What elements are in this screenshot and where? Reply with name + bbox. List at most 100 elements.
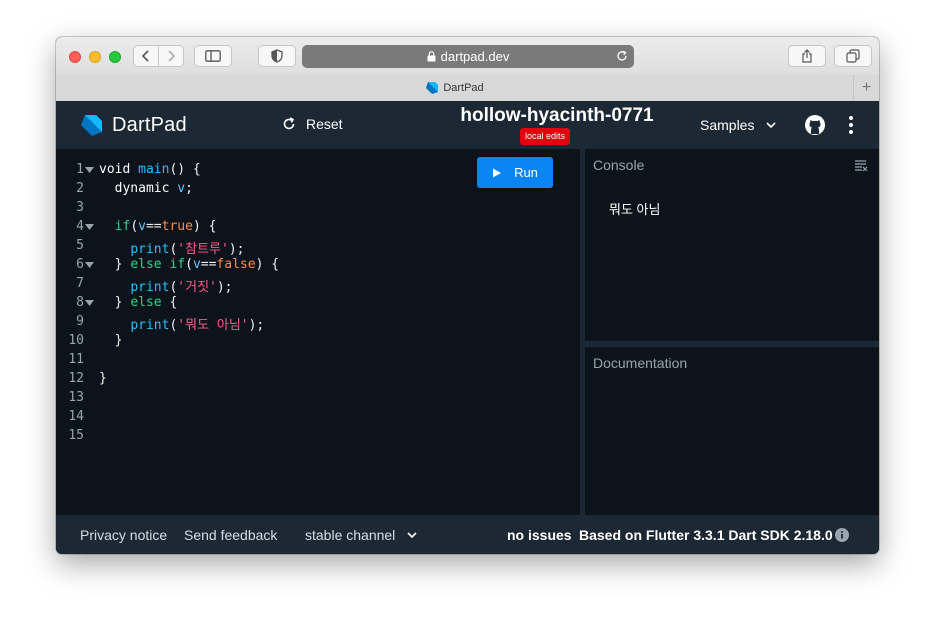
code-token: ==: [145, 219, 162, 234]
tab-bar: DartPad +: [56, 75, 879, 102]
back-button[interactable]: [133, 45, 159, 67]
tabs-icon: [846, 49, 860, 63]
tab-overview-button[interactable]: [834, 45, 872, 67]
tab-dartpad[interactable]: DartPad: [56, 75, 853, 101]
sidebar-icon: [205, 50, 221, 62]
code-token: else if: [130, 257, 186, 272]
chevron-down-icon: [407, 531, 417, 538]
line-number: 12: [68, 371, 84, 386]
clear-console-icon[interactable]: [855, 160, 868, 171]
privacy-shield-button[interactable]: [258, 45, 296, 67]
code-token: print: [130, 242, 170, 257]
privacy-notice-link[interactable]: Privacy notice: [80, 527, 167, 543]
code-token: (: [130, 219, 139, 234]
code-token: '참트루': [177, 242, 229, 257]
reset-icon: [283, 117, 295, 130]
code-token: '거짓': [177, 280, 217, 295]
pad-title[interactable]: hollow-hyacinth-0771: [446, 105, 668, 127]
samples-dropdown[interactable]: Samples: [700, 117, 777, 133]
line-number: 6: [76, 257, 84, 272]
dartpad-header: DartPad Reset hollow-hyacinth-0771 local…: [56, 101, 879, 149]
chevron-right-icon: [168, 50, 176, 62]
reload-icon[interactable]: [616, 50, 628, 62]
url-text: dartpad.dev: [440, 49, 510, 64]
code-token: print: [130, 280, 170, 295]
code-token: }: [99, 371, 107, 386]
fold-triangle-icon[interactable]: [85, 224, 94, 230]
code-line: } else {: [99, 295, 178, 310]
code-token: ==: [200, 257, 217, 272]
github-button[interactable]: [805, 115, 825, 140]
code-token: print: [130, 318, 170, 333]
fold-triangle-icon[interactable]: [85, 300, 94, 306]
line-number: 15: [68, 428, 84, 443]
run-label: Run: [514, 165, 538, 180]
share-icon: [802, 49, 812, 63]
code-token: v: [138, 219, 146, 234]
code-token: (: [185, 257, 193, 272]
code-line: print('뭐도 아님');: [99, 314, 264, 333]
more-menu-button[interactable]: [848, 115, 854, 140]
fold-triangle-icon[interactable]: [85, 167, 94, 173]
line-number: 8: [76, 295, 84, 310]
dartpad-logo[interactable]: DartPad: [80, 113, 187, 137]
lock-icon: [427, 51, 436, 62]
documentation-title: Documentation: [593, 355, 688, 371]
plus-icon: +: [861, 79, 872, 96]
line-number: 3: [76, 200, 84, 215]
line-number: 13: [68, 390, 84, 405]
info-icon[interactable]: [835, 528, 849, 542]
channel-dropdown[interactable]: stable channel: [305, 527, 417, 543]
code-token: }: [99, 257, 131, 272]
sidebar-toggle-button[interactable]: [194, 45, 232, 67]
code-line: dynamic v;: [99, 181, 193, 196]
code-token: main: [138, 162, 170, 177]
code-token: dynamic: [99, 181, 178, 196]
code-line: print('거짓');: [99, 276, 232, 295]
app-name: DartPad: [112, 113, 187, 136]
code-token: }: [99, 333, 123, 348]
forward-button[interactable]: [158, 45, 184, 67]
console-output: 뭐도 아님: [609, 202, 661, 217]
code-token: );: [248, 318, 265, 333]
code-token: ) {: [255, 257, 280, 272]
share-button[interactable]: [788, 45, 826, 67]
line-number: 10: [68, 333, 84, 348]
console-title: Console: [593, 157, 645, 173]
line-number: 7: [76, 276, 84, 291]
zoom-window-button[interactable]: [109, 51, 121, 63]
code-line: void main() {: [99, 162, 201, 177]
code-token: }: [99, 295, 131, 310]
code-token: else: [130, 295, 162, 310]
tab-title: DartPad: [443, 82, 484, 94]
close-window-button[interactable]: [69, 51, 81, 63]
documentation-panel: Documentation: [585, 347, 879, 515]
fold-triangle-icon[interactable]: [85, 262, 94, 268]
code-token: if: [114, 219, 131, 234]
samples-label: Samples: [700, 117, 755, 133]
chevron-down-icon: [766, 121, 777, 128]
new-tab-button[interactable]: +: [853, 75, 879, 101]
minimize-window-button[interactable]: [89, 51, 101, 63]
code-editor[interactable]: 1 void main() {2 dynamic v; 3 4 if(v==true)…: [56, 149, 580, 515]
line-number: 4: [76, 219, 84, 234]
line-number: 11: [68, 352, 84, 367]
run-button[interactable]: Run: [477, 157, 553, 188]
send-feedback-link[interactable]: Send feedback: [184, 527, 277, 543]
console-panel: Console 뭐도 아님: [585, 149, 879, 341]
issues-status[interactable]: no issues: [507, 527, 572, 543]
line-number: 14: [68, 409, 84, 424]
local-edits-badge: local edits: [520, 128, 571, 145]
browser-titlebar: dartpad.dev: [56, 37, 879, 76]
address-bar[interactable]: dartpad.dev: [302, 45, 634, 68]
shield-icon: [271, 49, 283, 63]
github-icon: [805, 115, 825, 135]
reset-button[interactable]: Reset: [282, 116, 343, 132]
play-icon: [493, 168, 502, 177]
browser-window: dartpad.dev DartPad + DartPad Reset holl…: [56, 37, 879, 554]
code-token: v: [177, 181, 186, 196]
code-token: ) {: [192, 219, 217, 234]
